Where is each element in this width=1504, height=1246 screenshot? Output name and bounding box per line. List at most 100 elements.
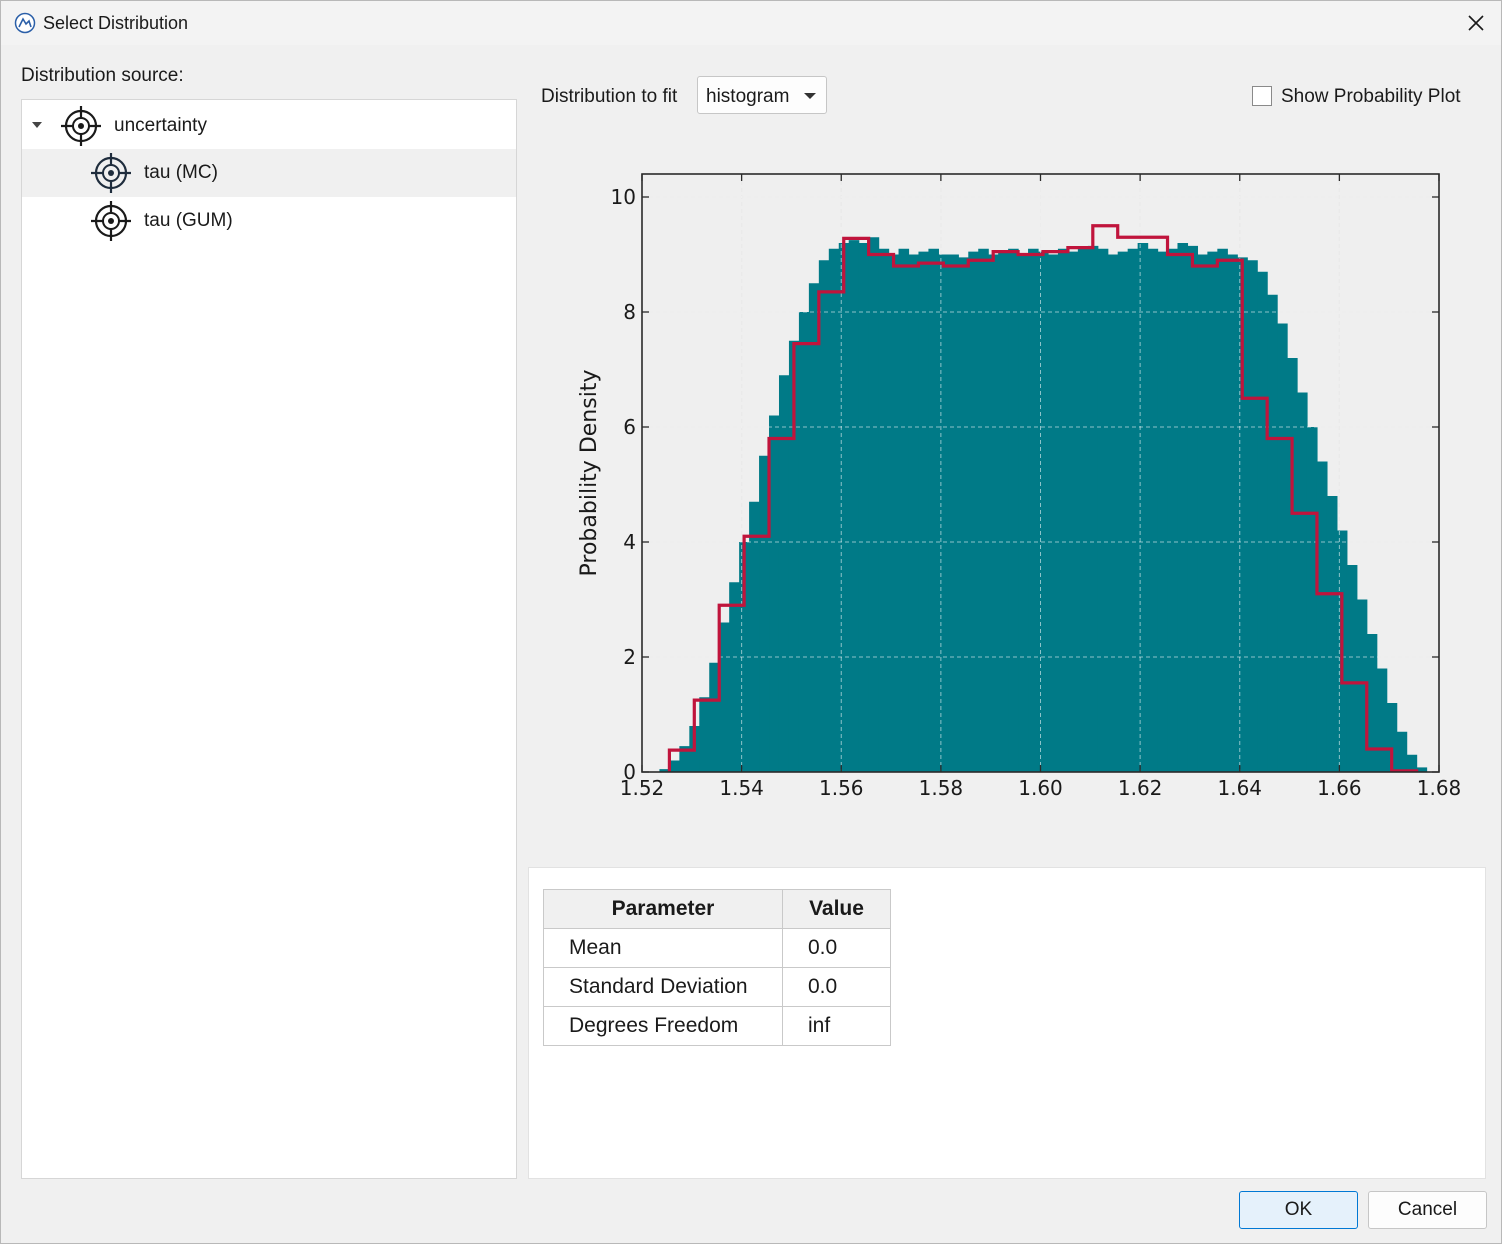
histogram-bar <box>1167 248 1179 772</box>
histogram-bar <box>878 248 890 772</box>
cancel-button[interactable]: Cancel <box>1368 1191 1487 1229</box>
histogram-bar <box>1297 392 1308 772</box>
y-tick-label: 10 <box>611 185 636 209</box>
y-tick-label: 6 <box>623 415 636 439</box>
histogram-bar <box>1157 251 1169 772</box>
histogram-bar <box>978 248 989 772</box>
histogram-bar <box>988 254 999 772</box>
close-button[interactable] <box>1451 1 1501 45</box>
tree-item-label: tau (MC) <box>144 162 218 183</box>
histogram-bar <box>1057 248 1069 772</box>
histogram-bar <box>918 251 930 772</box>
histogram-bar <box>1117 251 1129 772</box>
y-tick-label: 2 <box>623 645 636 669</box>
histogram-bar <box>868 237 880 772</box>
x-tick-label: 1.68 <box>1417 776 1461 800</box>
histogram-bar <box>699 697 710 772</box>
parameter-table: Parameter Value Mean 0.0 Standard Deviat… <box>543 889 891 1046</box>
histogram-bar <box>1028 248 1039 772</box>
histogram-bar <box>848 240 860 772</box>
histogram-bar <box>1217 248 1228 772</box>
x-tick-label: 1.66 <box>1317 776 1362 800</box>
histogram-bar <box>1376 668 1388 772</box>
cell-value: 0.0 <box>782 967 891 1007</box>
histogram-bar <box>958 257 969 772</box>
histogram-bar <box>898 248 910 772</box>
ok-button[interactable]: OK <box>1239 1191 1358 1229</box>
column-header-parameter: Parameter <box>543 889 783 929</box>
distribution-chart: 1.52 1.54 1.56 1.58 1.60 1.62 1.64 1.66 1.680246… <box>577 173 1461 800</box>
table-header-row: Parameter Value <box>543 889 891 929</box>
histogram-bar <box>888 254 900 772</box>
show-probability-plot-label[interactable]: Show Probability Plot <box>1281 86 1461 108</box>
table-row[interactable]: Degrees Freedom inf <box>543 1006 891 1046</box>
histogram-bar <box>928 248 939 772</box>
histogram-bar <box>1306 427 1318 772</box>
histogram-bar <box>838 243 850 772</box>
histogram-bar <box>908 254 920 772</box>
histogram-bar <box>938 254 949 772</box>
x-tick-label: 1.54 <box>719 776 764 800</box>
x-tick-label: 1.64 <box>1217 776 1262 800</box>
histogram-bar <box>1137 243 1149 772</box>
y-tick-label: 8 <box>623 300 636 324</box>
histogram-bar <box>1187 245 1199 772</box>
histogram-bar <box>1227 254 1238 772</box>
tree-item-tau-mc[interactable]: tau (MC) <box>22 149 516 197</box>
histogram-bar <box>1107 254 1119 772</box>
cell-parameter: Mean <box>543 928 783 968</box>
y-tick-label: 0 <box>623 760 636 784</box>
histogram-bar <box>1077 248 1089 772</box>
tree-item-tau-gum[interactable]: tau (GUM) <box>22 197 516 245</box>
cell-parameter: Standard Deviation <box>543 967 783 1007</box>
table-row[interactable]: Mean 0.0 <box>543 928 891 968</box>
histogram-bar <box>858 243 870 772</box>
histogram-bar <box>778 375 790 772</box>
caret-down-icon[interactable] <box>30 118 44 132</box>
select-distribution-dialog: Select Distribution Distribution source:… <box>0 0 1502 1244</box>
histogram-bar <box>1207 251 1218 772</box>
histogram-bar <box>1396 731 1408 772</box>
show-probability-plot-checkbox[interactable] <box>1252 86 1272 106</box>
table-row[interactable]: Standard Deviation 0.0 <box>543 967 891 1007</box>
tree-item-label: uncertainty <box>114 115 207 136</box>
tree-item-uncertainty[interactable]: uncertainty <box>22 102 516 150</box>
histogram-bar <box>1147 248 1159 772</box>
tree-item-label: tau (GUM) <box>144 210 233 231</box>
histogram-bar <box>1087 245 1099 772</box>
histogram-bar <box>1177 243 1189 772</box>
histogram-bar <box>948 254 959 772</box>
histogram-bar <box>1018 254 1029 772</box>
histogram-bar <box>808 283 820 772</box>
distribution-source-label: Distribution source: <box>21 65 184 86</box>
y-axis-label: Probability Density <box>577 370 602 577</box>
histogram-bar <box>998 251 1009 772</box>
histogram-bar <box>1247 260 1258 772</box>
histogram-bar <box>1097 248 1109 772</box>
histogram-bar <box>968 251 979 772</box>
x-tick-label: 1.62 <box>1118 776 1163 800</box>
distribution-to-fit-select[interactable]: histogram <box>697 76 827 114</box>
histogram-bar <box>1038 251 1049 772</box>
x-tick-label: 1.56 <box>819 776 864 800</box>
histogram-bar <box>828 248 840 772</box>
histogram-bar <box>1316 461 1328 772</box>
parameter-panel: Parameter Value Mean 0.0 Standard Deviat… <box>528 867 1486 1179</box>
distribution-to-fit-label: Distribution to fit <box>541 86 678 107</box>
close-icon <box>1468 15 1484 31</box>
histogram-bar <box>1067 251 1079 772</box>
histogram-bar <box>1326 496 1338 772</box>
histogram-bar <box>1197 254 1208 772</box>
column-header-value: Value <box>782 889 891 929</box>
source-tree: uncertainty tau (MC) tau (GUM) <box>21 99 517 1179</box>
window-title: Select Distribution <box>43 13 189 33</box>
histogram-bar <box>1287 358 1298 772</box>
x-tick-label: 1.58 <box>919 776 964 800</box>
cell-value: inf <box>782 1006 891 1046</box>
histogram-bar <box>1127 248 1139 772</box>
x-tick-label: 1.60 <box>1018 776 1063 800</box>
chevron-down-icon <box>804 93 816 99</box>
histogram-bar <box>1047 254 1059 772</box>
histogram-bar <box>1257 271 1268 772</box>
selected-distribution: histogram <box>706 86 790 107</box>
